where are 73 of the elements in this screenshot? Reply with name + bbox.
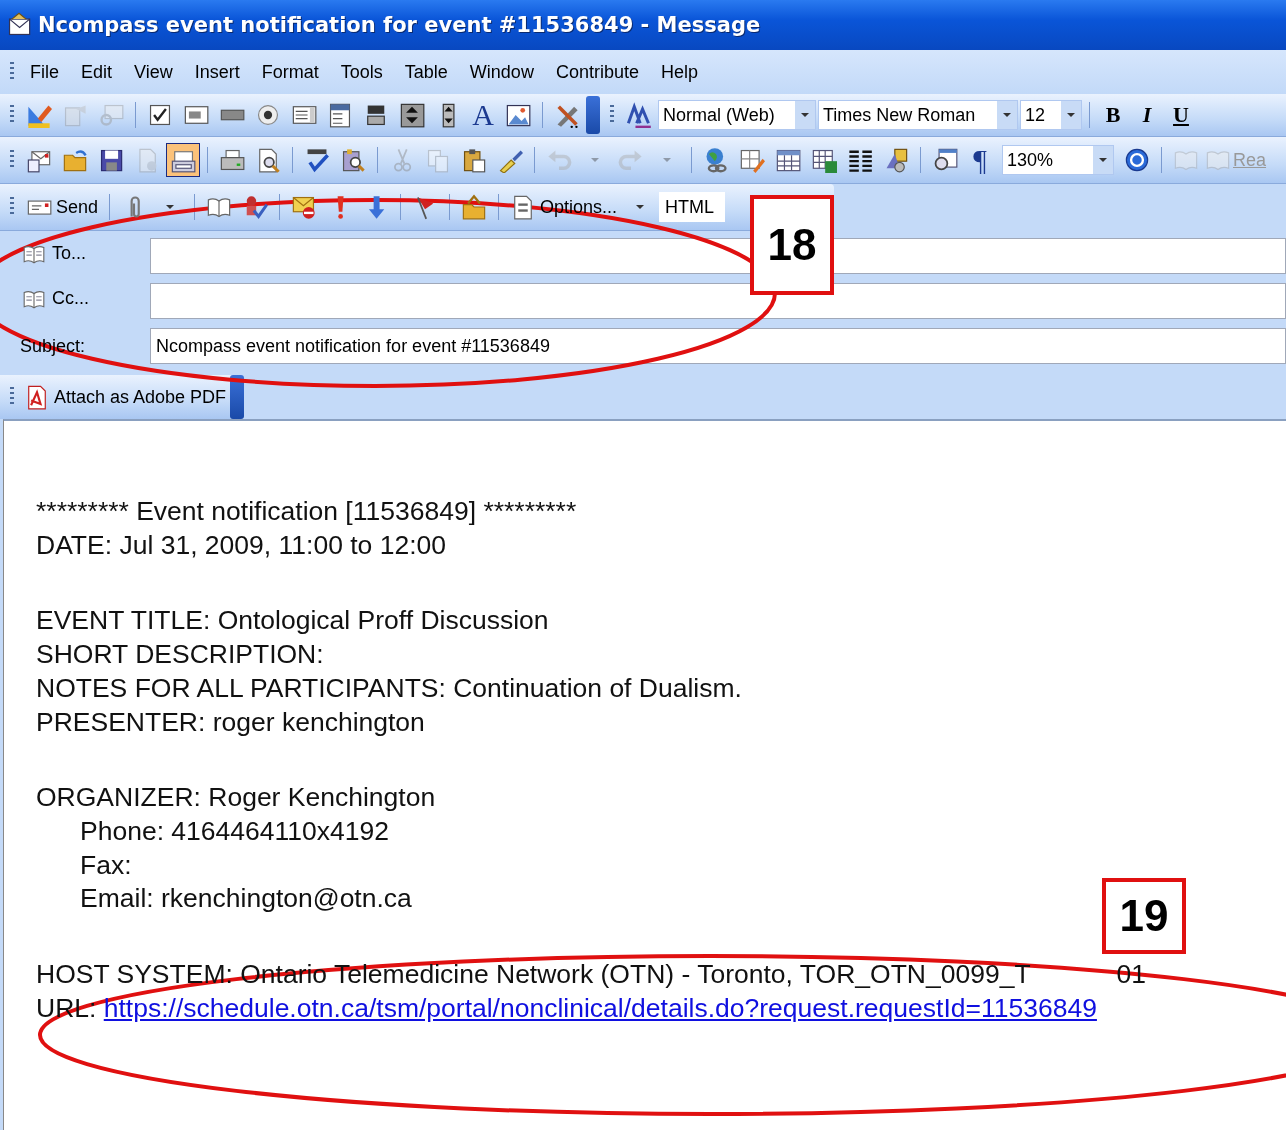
checkbox-icon[interactable] [147,102,173,128]
menu-item[interactable]: Window [459,61,546,83]
message-icon [6,12,32,38]
radio-button-icon[interactable] [255,102,281,128]
menu-item[interactable]: File [20,61,71,83]
menu-item[interactable]: View [124,61,185,83]
document-map-icon[interactable] [932,147,958,173]
paste-icon[interactable] [461,147,487,173]
printer-icon[interactable] [219,147,245,173]
message-body[interactable] [3,419,1286,1130]
mail-print-button[interactable] [166,143,200,177]
to-button[interactable]: To... [20,241,86,266]
body-text: ********* Event notification [11536849] ********* [36,496,577,526]
window-title: Ncompass event notification for event #11536849 - Message [38,13,761,37]
folder-icon[interactable] [461,194,488,220]
image-icon[interactable] [505,102,531,128]
caret-icon [1099,158,1107,162]
menu-item[interactable]: Edit [71,61,125,83]
dropdown-field[interactable]: Normal (Web) [658,100,816,130]
body-text: Email: rkenchington@otn.ca [80,883,412,914]
attach-pdf-button[interactable]: Attach as Adobe PDF [20,380,231,414]
menu-item[interactable]: Tools [330,61,395,83]
help-icon[interactable] [1124,147,1150,173]
dropdown-field[interactable]: Times New Roman [818,100,1018,130]
body-text: ORGANIZER: Roger Kenchington [36,782,436,813]
body-text: SHORT DESCRIPTION: [36,639,324,670]
format-button[interactable]: ¶ [964,143,996,177]
menu-item[interactable]: Format [251,61,331,83]
caret-icon[interactable] [636,205,645,209]
menu-item[interactable]: Contribute [545,61,651,83]
body-text: PRESENTER: roger kenchington [36,706,425,737]
input-field[interactable]: Ncompass event notification for event #11536849 [150,328,1286,364]
format-field[interactable]: HTML [659,192,726,222]
spreadsheet-icon[interactable] [811,147,837,173]
input-field[interactable] [150,283,1286,319]
format-button[interactable]: B [1097,102,1129,128]
send-button[interactable]: Send [22,190,103,224]
caret-icon [801,113,809,117]
drop-down-box-icon[interactable] [327,102,353,128]
format-button[interactable]: A [467,98,499,132]
toolbar-grip[interactable] [10,105,14,125]
table-pencil-icon[interactable] [739,147,765,173]
toolbar-options-button[interactable] [230,375,245,419]
spinner-icon[interactable] [399,102,425,128]
dropdown-field[interactable]: 130% [1002,145,1114,175]
caret-icon [1003,113,1011,117]
body-text: Fax: [80,849,132,880]
toolbar-grip[interactable] [10,197,14,217]
body-text: EVENT TITLE: Ontological Proff Discussion [36,605,549,636]
toolbar-grip[interactable] [610,105,614,125]
table-icon[interactable] [775,147,801,173]
callout-number: 19 [1102,878,1186,954]
caret-icon[interactable] [166,205,175,209]
caret-icon [1067,113,1075,117]
dropdown-field[interactable]: 12 [1020,100,1082,130]
research-icon[interactable] [340,147,366,173]
body-text: NOTES FOR ALL PARTICIPANTS: Continuation of Dualism. [36,672,742,703]
cc-button[interactable]: Cc... [20,286,89,311]
callout-number: 18 [750,195,834,295]
toolbar-grip[interactable] [10,62,14,82]
format-button[interactable]: U [1165,102,1197,128]
menu-item[interactable]: Table [394,61,460,83]
body-text: Phone: 4164464110x4192 [80,815,389,846]
body-text: DATE: Jul 31, 2009, 11:00 to 12:00 [36,529,447,560]
format-button[interactable]: I [1131,102,1163,128]
menu-item[interactable]: Insert [184,61,252,83]
envelope-icon[interactable] [291,194,318,220]
menu-item[interactable]: Help [650,61,710,83]
options-button[interactable]: Options... [506,190,622,224]
toolbar-grip[interactable] [10,387,14,407]
url-link[interactable]: https://schedule.otn.ca/tsm/portal/nonclinical/details.do?request.requestId=11536849 [103,992,1097,1023]
toolbar-grip[interactable] [10,150,14,170]
folder-icon[interactable] [62,147,88,173]
